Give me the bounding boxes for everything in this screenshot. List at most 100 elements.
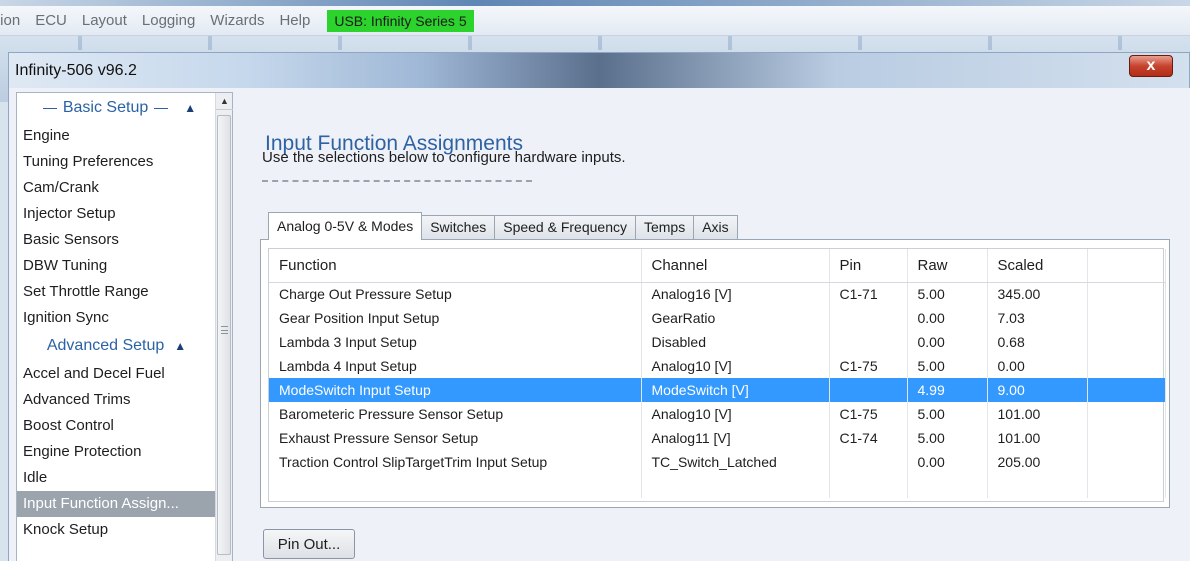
column-header-pin[interactable]: Pin <box>829 249 908 283</box>
sidebar-item-set-throttle-range[interactable]: Set Throttle Range <box>17 279 216 305</box>
column-header-channel[interactable]: Channel <box>641 249 830 283</box>
table-row[interactable]: Lambda 4 Input Setup Analog10 [V] C1-75 … <box>269 354 1166 378</box>
sidebar-item-accel-decel-fuel[interactable]: Accel and Decel Fuel <box>17 361 216 387</box>
cell-function: Charge Out Pressure Setup <box>269 282 642 306</box>
usb-status-badge: USB: Infinity Series 5 <box>327 9 474 32</box>
column-header-function[interactable]: Function <box>269 249 642 283</box>
header-rule-right <box>154 107 169 109</box>
cell-filler <box>1087 330 1166 354</box>
cell-pin: C1-74 <box>829 426 908 450</box>
cell-pin: C1-75 <box>829 354 908 378</box>
menu-item-help[interactable]: Help <box>279 12 310 29</box>
sidebar-item-advanced-trims[interactable]: Advanced Trims <box>17 387 216 413</box>
tab-speed-frequency[interactable]: Speed & Frequency <box>494 215 636 240</box>
tab-analog-modes[interactable]: Analog 0-5V & Modes <box>268 212 423 240</box>
cell-filler <box>1087 426 1166 450</box>
sidebar-item-boost-control[interactable]: Boost Control <box>17 413 216 439</box>
cell-function: Traction Control SlipTargetTrim Input Se… <box>269 450 642 474</box>
cell-scaled: 0.68 <box>987 330 1088 354</box>
menu-item-tion[interactable]: tion <box>0 12 20 29</box>
cell-channel[interactable]: GearRatio <box>641 306 830 330</box>
table-row[interactable]: Exhaust Pressure Sensor Setup Analog11 [… <box>269 426 1166 450</box>
cell-empty <box>269 474 642 498</box>
sidebar-group-label: Basic Setup <box>62 99 149 116</box>
collapse-caret-icon[interactable]: ▲ <box>184 101 196 115</box>
cell-pin <box>828 378 908 402</box>
main-panel: Input Function Assignments Use the selec… <box>234 92 1190 561</box>
sidebar-scrollbar[interactable]: ▲ <box>215 93 233 561</box>
scrollbar-thumb[interactable] <box>217 115 231 555</box>
table-row-empty <box>269 474 1166 498</box>
cell-raw: 0.00 <box>907 330 988 354</box>
cell-channel[interactable]: Disabled <box>641 330 830 354</box>
table-row[interactable]: Gear Position Input Setup GearRatio 0.00… <box>269 306 1166 330</box>
cell-raw: 0.00 <box>907 450 988 474</box>
sidebar-item-idle[interactable]: Idle <box>17 465 216 491</box>
sidebar-item-injector-setup[interactable]: Injector Setup <box>17 201 216 227</box>
cell-empty <box>1087 474 1166 498</box>
sidebar-group-basic-setup[interactable]: Basic Setup ▲ <box>17 93 216 123</box>
table-row[interactable]: Barometeric Pressure Sensor Setup Analog… <box>269 402 1166 426</box>
cell-scaled: 7.03 <box>987 306 1088 330</box>
scroll-up-arrow-icon[interactable]: ▲ <box>216 93 233 110</box>
cell-function: Exhaust Pressure Sensor Setup <box>269 426 642 450</box>
sidebar-list: Basic Setup ▲ Engine Tuning Preferences … <box>17 93 216 561</box>
window-titlebar[interactable]: Infinity-506 v96.2 x <box>8 52 1190 88</box>
menu-item-layout[interactable]: Layout <box>82 12 127 29</box>
dashed-divider <box>262 180 532 182</box>
cell-function: Gear Position Input Setup <box>269 306 642 330</box>
input-function-grid[interactable]: Function Channel Pin Raw Scaled Charge O… <box>268 248 1166 502</box>
sidebar-item-cam-crank[interactable]: Cam/Crank <box>17 175 216 201</box>
cell-filler <box>1087 354 1166 378</box>
cell-raw: 5.00 <box>907 426 988 450</box>
cell-empty <box>987 474 1088 498</box>
table-row[interactable]: Charge Out Pressure Setup Analog16 [V] C… <box>269 282 1166 306</box>
pin-out-button[interactable]: Pin Out... <box>263 529 355 559</box>
table-row[interactable]: Lambda 3 Input Setup Disabled 0.00 0.68 <box>269 330 1166 354</box>
tab-axis[interactable]: Axis <box>693 215 738 240</box>
column-header-scaled[interactable]: Scaled <box>987 249 1088 283</box>
sidebar-group-advanced-setup[interactable]: Advanced Setup ▲ <box>17 331 216 361</box>
cell-filler <box>1087 402 1166 426</box>
cell-pin: C1-71 <box>829 282 908 306</box>
table-row[interactable]: Traction Control SlipTargetTrim Input Se… <box>269 450 1166 474</box>
cell-channel[interactable]: ModeSwitch [V] <box>640 378 830 402</box>
tab-temps[interactable]: Temps <box>634 215 695 240</box>
cell-channel[interactable]: Analog11 [V] <box>641 426 830 450</box>
collapse-caret-icon[interactable]: ▲ <box>174 339 186 353</box>
table-row-selected[interactable]: ModeSwitch Input Setup ModeSwitch [V] 4.… <box>269 378 1166 402</box>
menu-bar: tion ECU Layout Logging Wizards Help USB… <box>0 6 1190 36</box>
sidebar-item-input-function-assign[interactable]: Input Function Assign... <box>17 491 216 517</box>
menu-item-logging[interactable]: Logging <box>142 12 195 29</box>
sidebar-item-tuning-preferences[interactable]: Tuning Preferences <box>17 149 216 175</box>
cell-channel[interactable]: Analog10 [V] <box>641 402 830 426</box>
tab-switches[interactable]: Switches <box>421 215 496 240</box>
cell-channel[interactable]: TC_Switch_Latched <box>641 450 830 474</box>
sidebar-item-basic-sensors[interactable]: Basic Sensors <box>17 227 216 253</box>
cell-filler <box>1086 378 1166 402</box>
cell-scaled: 101.00 <box>987 402 1088 426</box>
cell-scaled: 205.00 <box>987 450 1088 474</box>
scroll-grip-icon <box>221 326 228 334</box>
input-function-table: Function Channel Pin Raw Scaled Charge O… <box>269 249 1166 498</box>
cell-channel[interactable]: Analog16 [V] <box>641 282 830 306</box>
window-frame-decoration <box>0 36 1190 50</box>
sidebar-item-engine-protection[interactable]: Engine Protection <box>17 439 216 465</box>
sidebar-item-dbw-tuning[interactable]: DBW Tuning <box>17 253 216 279</box>
header-rule-left <box>42 107 57 109</box>
cell-pin <box>829 330 908 354</box>
sidebar-group-label: Advanced Setup <box>46 337 165 354</box>
sidebar-item-engine[interactable]: Engine <box>17 123 216 149</box>
window-title: Infinity-506 v96.2 <box>15 61 137 79</box>
menu-item-ecu[interactable]: ECU <box>35 12 67 29</box>
sidebar-item-knock-setup[interactable]: Knock Setup <box>17 517 216 543</box>
cell-channel[interactable]: Analog10 [V] <box>641 354 830 378</box>
cell-function: ModeSwitch Input Setup <box>269 378 642 402</box>
menu-item-wizards[interactable]: Wizards <box>210 12 264 29</box>
cell-raw: 5.00 <box>907 402 988 426</box>
close-button[interactable]: x <box>1129 55 1173 77</box>
cell-empty <box>829 474 908 498</box>
sidebar-item-ignition-sync[interactable]: Ignition Sync <box>17 305 216 331</box>
table-header-row: Function Channel Pin Raw Scaled <box>269 249 1166 283</box>
column-header-raw[interactable]: Raw <box>907 249 988 283</box>
